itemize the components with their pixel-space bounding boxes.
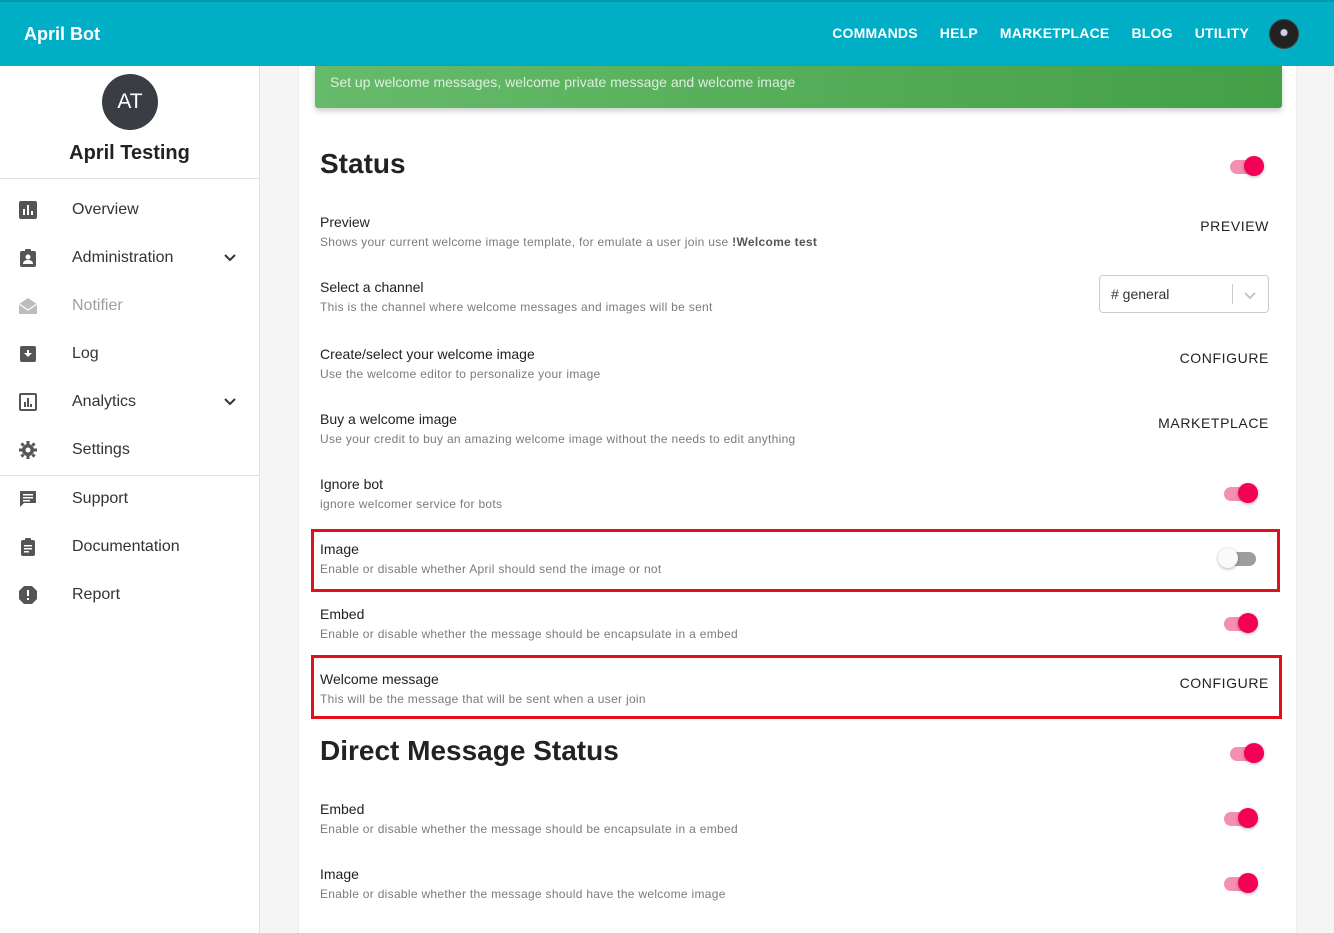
analytics-icon bbox=[19, 393, 37, 411]
preview-row: Preview Shows your current welcome image… bbox=[320, 214, 1269, 264]
sidebar-item-label: Overview bbox=[72, 201, 139, 218]
nav-marketplace[interactable]: MARKETPLACE bbox=[1000, 25, 1110, 41]
row-title: Embed bbox=[320, 606, 365, 622]
sidebar-item-administration[interactable]: Administration bbox=[0, 238, 259, 278]
sidebar-item-label: Report bbox=[72, 586, 121, 603]
row-desc: Enable or disable whether the message sh… bbox=[320, 627, 738, 641]
sidebar-item-label: Settings bbox=[72, 441, 130, 458]
embed-row: Embed Enable or disable whether the mess… bbox=[320, 606, 1269, 656]
row-desc: Enable or disable whether the message sh… bbox=[320, 822, 738, 836]
sidebar: AT April Testing Overview Administration… bbox=[0, 66, 260, 933]
sidebar-item-label: Analytics bbox=[72, 393, 137, 410]
row-title: Buy a welcome image bbox=[320, 411, 457, 427]
user-avatar[interactable] bbox=[1269, 19, 1299, 49]
sidebar-item-label: Administration bbox=[72, 249, 174, 266]
sidebar-item-report[interactable]: Report bbox=[0, 575, 259, 615]
channel-select[interactable]: # general bbox=[1099, 275, 1269, 313]
sidebar-item-documentation[interactable]: Documentation bbox=[0, 527, 259, 567]
sidebar-item-support[interactable]: Support bbox=[0, 479, 259, 519]
marketplace-button[interactable]: MARKETPLACE bbox=[1158, 415, 1269, 431]
sidebar-item-overview[interactable]: Overview bbox=[0, 190, 259, 230]
server-avatar: AT bbox=[102, 74, 158, 130]
row-title: Embed bbox=[320, 801, 365, 817]
row-desc: Use the welcome editor to personalize yo… bbox=[320, 367, 601, 381]
nav-commands[interactable]: COMMANDS bbox=[832, 25, 918, 41]
gear-icon bbox=[19, 441, 37, 459]
highlight-box bbox=[311, 529, 1280, 592]
chevron-down-icon[interactable] bbox=[222, 250, 238, 266]
preview-button[interactable]: PREVIEW bbox=[1200, 218, 1269, 234]
top-app-bar: April Bot COMMANDS HELP MARKETPLACE BLOG… bbox=[0, 0, 1334, 66]
sidebar-item-analytics[interactable]: Analytics bbox=[0, 382, 259, 422]
sidebar-divider bbox=[0, 178, 259, 179]
configure-image-button[interactable]: CONFIGURE bbox=[1180, 350, 1269, 366]
dm-embed-toggle[interactable] bbox=[1220, 806, 1260, 830]
sidebar-item-log[interactable]: Log bbox=[0, 334, 259, 374]
row-title: Select a channel bbox=[320, 279, 424, 295]
nav-utility[interactable]: UTILITY bbox=[1195, 25, 1249, 41]
row-title: Create/select your welcome image bbox=[320, 346, 535, 362]
sidebar-item-label: Notifier bbox=[72, 297, 123, 314]
channel-select-value: # general bbox=[1111, 286, 1170, 302]
chat-icon bbox=[20, 491, 36, 507]
row-desc: ignore welcomer service for bots bbox=[320, 497, 503, 511]
command-text: !Welcome test bbox=[732, 235, 818, 249]
row-title: Ignore bot bbox=[320, 476, 384, 492]
ignore-bot-toggle[interactable] bbox=[1220, 481, 1260, 505]
nav-blog[interactable]: BLOG bbox=[1131, 25, 1172, 41]
embed-toggle[interactable] bbox=[1220, 611, 1260, 635]
mail-open-icon bbox=[18, 298, 38, 314]
sidebar-item-settings[interactable]: Settings bbox=[0, 430, 259, 470]
dm-status-toggle[interactable] bbox=[1226, 741, 1266, 765]
sidebar-item-label: Support bbox=[72, 490, 129, 507]
dm-image-row: Image Enable or disable whether the mess… bbox=[320, 866, 1269, 916]
row-desc: Enable or disable whether the message sh… bbox=[320, 887, 726, 901]
top-nav: COMMANDS HELP MARKETPLACE BLOG UTILITY bbox=[832, 25, 1249, 41]
row-desc: Shows your current welcome image templat… bbox=[320, 235, 818, 249]
channel-row: Select a channel This is the channel whe… bbox=[320, 275, 1269, 329]
server-name: April Testing bbox=[69, 142, 190, 164]
sidebar-item-notifier[interactable]: Notifier bbox=[0, 286, 259, 326]
clipboard-icon bbox=[21, 538, 35, 556]
archive-icon bbox=[20, 346, 36, 362]
alert-icon bbox=[19, 586, 37, 604]
create-image-row: Create/select your welcome image Use the… bbox=[320, 346, 1269, 396]
sidebar-item-label: Log bbox=[72, 345, 99, 362]
chevron-down-icon[interactable] bbox=[1242, 287, 1258, 303]
banner-text: Set up welcome messages, welcome private… bbox=[330, 74, 796, 90]
sidebar-divider bbox=[0, 475, 259, 476]
sidebar-item-label: Documentation bbox=[72, 538, 180, 555]
buy-image-row: Buy a welcome image Use your credit to b… bbox=[320, 411, 1269, 461]
ignore-bot-row: Ignore bot ignore welcomer service for b… bbox=[320, 476, 1269, 526]
status-title: Status bbox=[320, 148, 406, 179]
row-title: Preview bbox=[320, 214, 370, 230]
dm-status-title: Direct Message Status bbox=[320, 735, 619, 766]
select-separator bbox=[1232, 284, 1233, 304]
row-desc: Use your credit to buy an amazing welcom… bbox=[320, 432, 796, 446]
card-header-banner: Set up welcome messages, welcome private… bbox=[315, 66, 1282, 108]
row-title: Image bbox=[320, 866, 359, 882]
chevron-down-icon[interactable] bbox=[222, 394, 238, 410]
highlight-box bbox=[311, 655, 1282, 719]
badge-icon bbox=[20, 249, 36, 267]
dm-embed-row: Embed Enable or disable whether the mess… bbox=[320, 801, 1269, 851]
bar-chart-icon bbox=[19, 201, 37, 219]
dm-image-toggle[interactable] bbox=[1220, 871, 1260, 895]
row-desc: This is the channel where welcome messag… bbox=[320, 300, 713, 314]
status-toggle[interactable] bbox=[1226, 154, 1266, 178]
brand-title[interactable]: April Bot bbox=[24, 24, 100, 45]
welcome-settings-card: Set up welcome messages, welcome private… bbox=[298, 66, 1297, 933]
nav-help[interactable]: HELP bbox=[940, 25, 978, 41]
